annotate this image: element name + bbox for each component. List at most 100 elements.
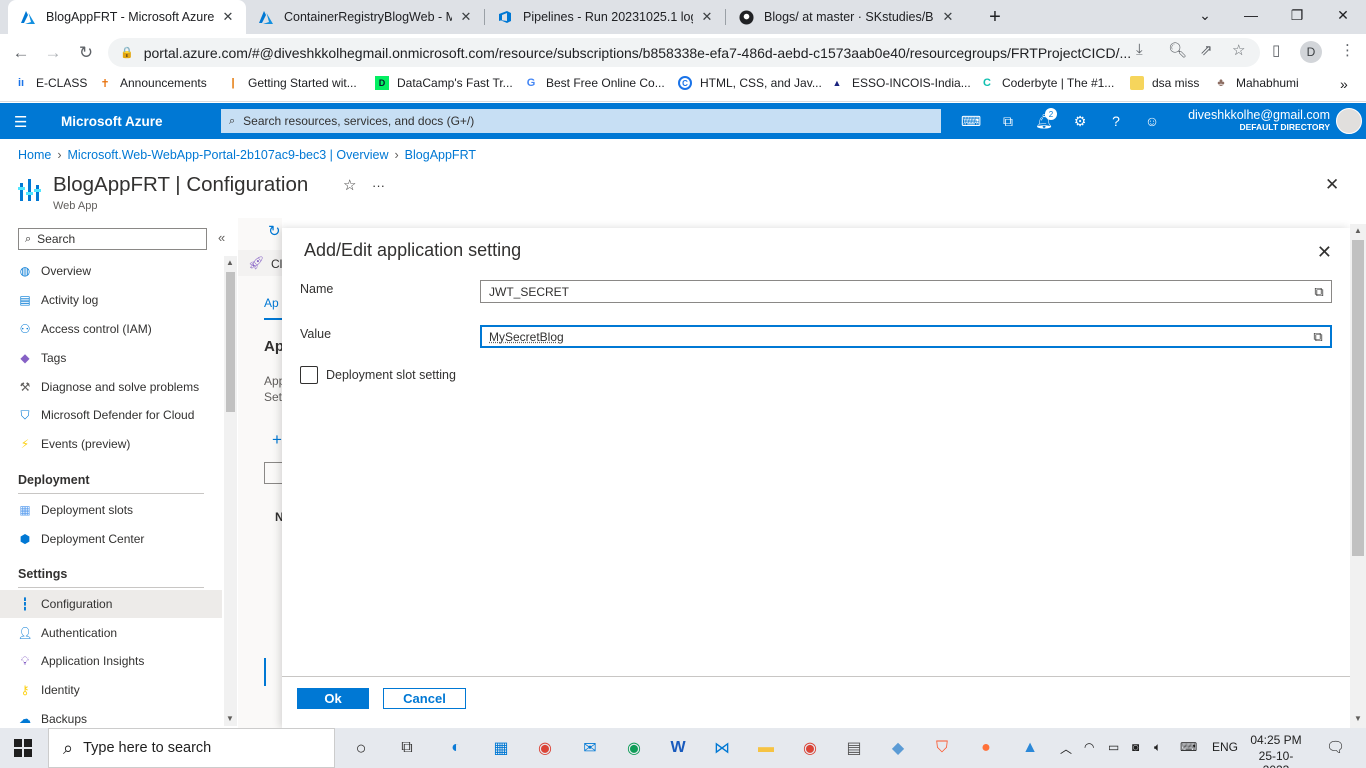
cloud-shell-icon[interactable]: ⌨: [961, 112, 981, 130]
breadcrumb-home[interactable]: Home: [18, 148, 51, 162]
filter-input[interactable]: [264, 462, 282, 484]
close-blade-icon[interactable]: ✕: [1325, 175, 1339, 195]
address-bar[interactable]: 🔒 portal.azure.com/#@diveshkkolhegmail.o…: [108, 38, 1260, 67]
scrollbar-thumb[interactable]: [1352, 240, 1364, 556]
close-tab-icon[interactable]: ✕: [940, 9, 956, 25]
name-field[interactable]: JWT_SECRET ⧉: [480, 280, 1332, 303]
profile-avatar[interactable]: D: [1300, 41, 1322, 63]
bookmark-item[interactable]: | Getting Started wit...: [226, 76, 356, 90]
scrollbar-thumb[interactable]: [226, 272, 235, 412]
scroll-up-icon[interactable]: ▲: [226, 258, 234, 267]
browser-tab[interactable]: Blogs/ at master · SKstudies/Blo ✕: [726, 0, 966, 34]
zoom-icon[interactable]: 🔍︎: [1168, 41, 1187, 59]
nav-item-identity[interactable]: ⚷ Identity: [0, 676, 222, 704]
word-icon[interactable]: W: [665, 736, 691, 760]
chrome-icon[interactable]: ◉: [532, 736, 558, 760]
more-menu-icon[interactable]: ⋮: [1340, 41, 1355, 59]
close-tab-icon[interactable]: ✕: [699, 9, 715, 25]
nav-item-configuration[interactable]: ┇ Configuration: [0, 590, 222, 618]
scroll-up-icon[interactable]: ▲: [1354, 226, 1362, 235]
bookmark-item[interactable]: ♣ Mahabhumi: [1214, 76, 1298, 90]
chrome-alt-icon[interactable]: ◉: [797, 736, 823, 760]
more-options-icon[interactable]: ···: [372, 178, 385, 193]
nav-item-deployment-center[interactable]: ⬢ Deployment Center: [0, 525, 222, 553]
language-indicator[interactable]: ENG: [1212, 740, 1238, 754]
browser-tab-active[interactable]: BlogAppFRT - Microsoft Azure ✕: [8, 0, 246, 34]
favorite-star-icon[interactable]: ☆: [343, 176, 356, 194]
restore-icon[interactable]: ❐: [1274, 0, 1320, 30]
url-text[interactable]: portal.azure.com/#@diveshkkolhegmail.onm…: [144, 45, 1134, 61]
nav-item-diagnose[interactable]: ⚒ Diagnose and solve problems: [0, 373, 222, 401]
tab-search-icon[interactable]: ⌄: [1182, 0, 1228, 30]
mail-icon[interactable]: ✉: [577, 736, 603, 760]
battery-icon[interactable]: ▭: [1108, 740, 1119, 754]
nav-item-access-control[interactable]: ⚇ Access control (IAM): [0, 315, 222, 343]
help-icon[interactable]: ?: [1107, 112, 1125, 130]
more-bookmarks-icon[interactable]: »: [1340, 76, 1348, 92]
bookmark-item[interactable]: C HTML, CSS, and Jav...: [678, 76, 822, 90]
nav-item-overview[interactable]: ◍ Overview: [0, 257, 222, 285]
close-window-icon[interactable]: ✕: [1320, 0, 1366, 30]
deployment-slot-checkbox[interactable]: [300, 366, 318, 384]
refresh-icon[interactable]: ↻: [268, 222, 281, 240]
bookmark-item[interactable]: dsa miss: [1130, 76, 1199, 90]
network-icon[interactable]: ◠: [1084, 740, 1094, 754]
bookmark-star-icon[interactable]: ☆: [1232, 41, 1245, 59]
nav-item-defender[interactable]: ⛉ Microsoft Defender for Cloud: [0, 401, 222, 429]
calculator-icon[interactable]: ▤: [841, 736, 867, 760]
feedback-icon[interactable]: ☺: [1143, 112, 1161, 130]
menu-search-input[interactable]: ⌕ Search: [18, 228, 207, 250]
bookmark-item[interactable]: G Best Free Online Co...: [524, 76, 665, 90]
close-tab-icon[interactable]: ✕: [458, 9, 474, 25]
nav-item-activity-log[interactable]: ▤ Activity log: [0, 286, 222, 314]
new-tab-button[interactable]: +: [972, 2, 1018, 32]
hamburger-menu-icon[interactable]: ☰: [14, 113, 27, 131]
nav-item-deployment-slots[interactable]: ▦ Deployment slots: [0, 496, 222, 524]
page-scrollbar[interactable]: ▲ ▼: [1350, 224, 1366, 728]
nav-item-backups[interactable]: ☁ Backups: [0, 705, 222, 728]
user-avatar[interactable]: [1336, 108, 1362, 134]
volume-icon[interactable]: 🔈︎: [1154, 740, 1161, 755]
windows-start-icon[interactable]: [14, 739, 32, 760]
bookmark-item[interactable]: ✝ Announcements: [98, 76, 206, 90]
notification-center-icon[interactable]: 🗨︎: [1326, 738, 1345, 756]
chrome-profile-icon[interactable]: ◉: [621, 736, 647, 760]
collapse-menu-icon[interactable]: «: [218, 230, 225, 245]
ok-button[interactable]: Ok: [297, 688, 369, 709]
close-icon[interactable]: ✕: [1317, 242, 1332, 263]
share-icon[interactable]: ⇗: [1200, 41, 1213, 59]
photos-icon[interactable]: ▲: [1017, 736, 1043, 760]
add-icon[interactable]: +: [272, 430, 282, 450]
global-search-input[interactable]: ⌕ Search resources, services, and docs (…: [221, 109, 941, 133]
menu-scrollbar[interactable]: ▲ ▼: [224, 256, 237, 726]
nav-item-events[interactable]: ⚡ Events (preview): [0, 430, 222, 458]
cancel-button[interactable]: Cancel: [383, 688, 466, 709]
breadcrumb-resource[interactable]: BlogAppFRT: [405, 148, 476, 162]
directory-filter-icon[interactable]: ⧉: [999, 112, 1017, 130]
copy-icon[interactable]: ⧉: [1307, 284, 1331, 300]
reload-icon[interactable]: ↻: [75, 42, 97, 64]
settings-gear-icon[interactable]: ⚙: [1071, 112, 1089, 130]
webcam-icon[interactable]: ◙: [1132, 740, 1139, 754]
value-field[interactable]: MySecretBlog ⧉: [480, 325, 1332, 348]
forward-icon[interactable]: →: [42, 42, 64, 64]
nav-item-application-insights[interactable]: 💡︎ Application Insights: [0, 647, 222, 675]
browser-tab[interactable]: Pipelines - Run 20231025.1 logs ✕: [485, 0, 725, 34]
tab-application-settings[interactable]: Ap: [264, 296, 279, 310]
bookmark-item[interactable]: ▲ ESSO-INCOIS-India...: [830, 76, 971, 90]
vscode-icon[interactable]: ⋈: [709, 736, 735, 760]
install-app-icon[interactable]: ⤓: [1136, 41, 1143, 58]
microsoft-store-icon[interactable]: ▦: [488, 736, 514, 760]
back-icon[interactable]: ←: [10, 42, 32, 64]
firefox-icon[interactable]: ●: [973, 736, 999, 760]
keyboard-icon[interactable]: ⌨: [1180, 740, 1197, 754]
bookmark-item[interactable]: iı E-CLASS: [14, 76, 87, 90]
nav-item-tags[interactable]: ◆ Tags: [0, 344, 222, 372]
brave-icon[interactable]: ⛉: [929, 736, 955, 760]
taskbar-search-input[interactable]: ⌕ Type here to search: [48, 728, 335, 768]
bookmark-item[interactable]: D DataCamp's Fast Tr...: [375, 76, 513, 90]
file-explorer-icon[interactable]: ▬: [753, 736, 779, 760]
close-tab-icon[interactable]: ✕: [220, 9, 236, 25]
side-panel-icon[interactable]: ▯: [1272, 41, 1280, 59]
cortana-icon[interactable]: ○: [348, 736, 374, 760]
